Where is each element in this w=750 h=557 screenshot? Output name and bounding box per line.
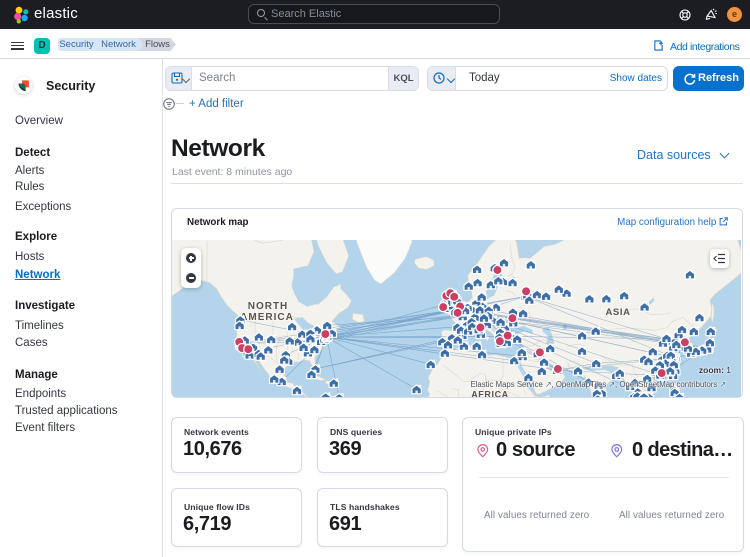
svg-text:NORTH: NORTH xyxy=(248,301,289,312)
svg-text:AFRICA: AFRICA xyxy=(471,390,509,398)
svg-text:AMERICA: AMERICA xyxy=(240,312,294,323)
svg-text:ASIA: ASIA xyxy=(605,307,630,318)
